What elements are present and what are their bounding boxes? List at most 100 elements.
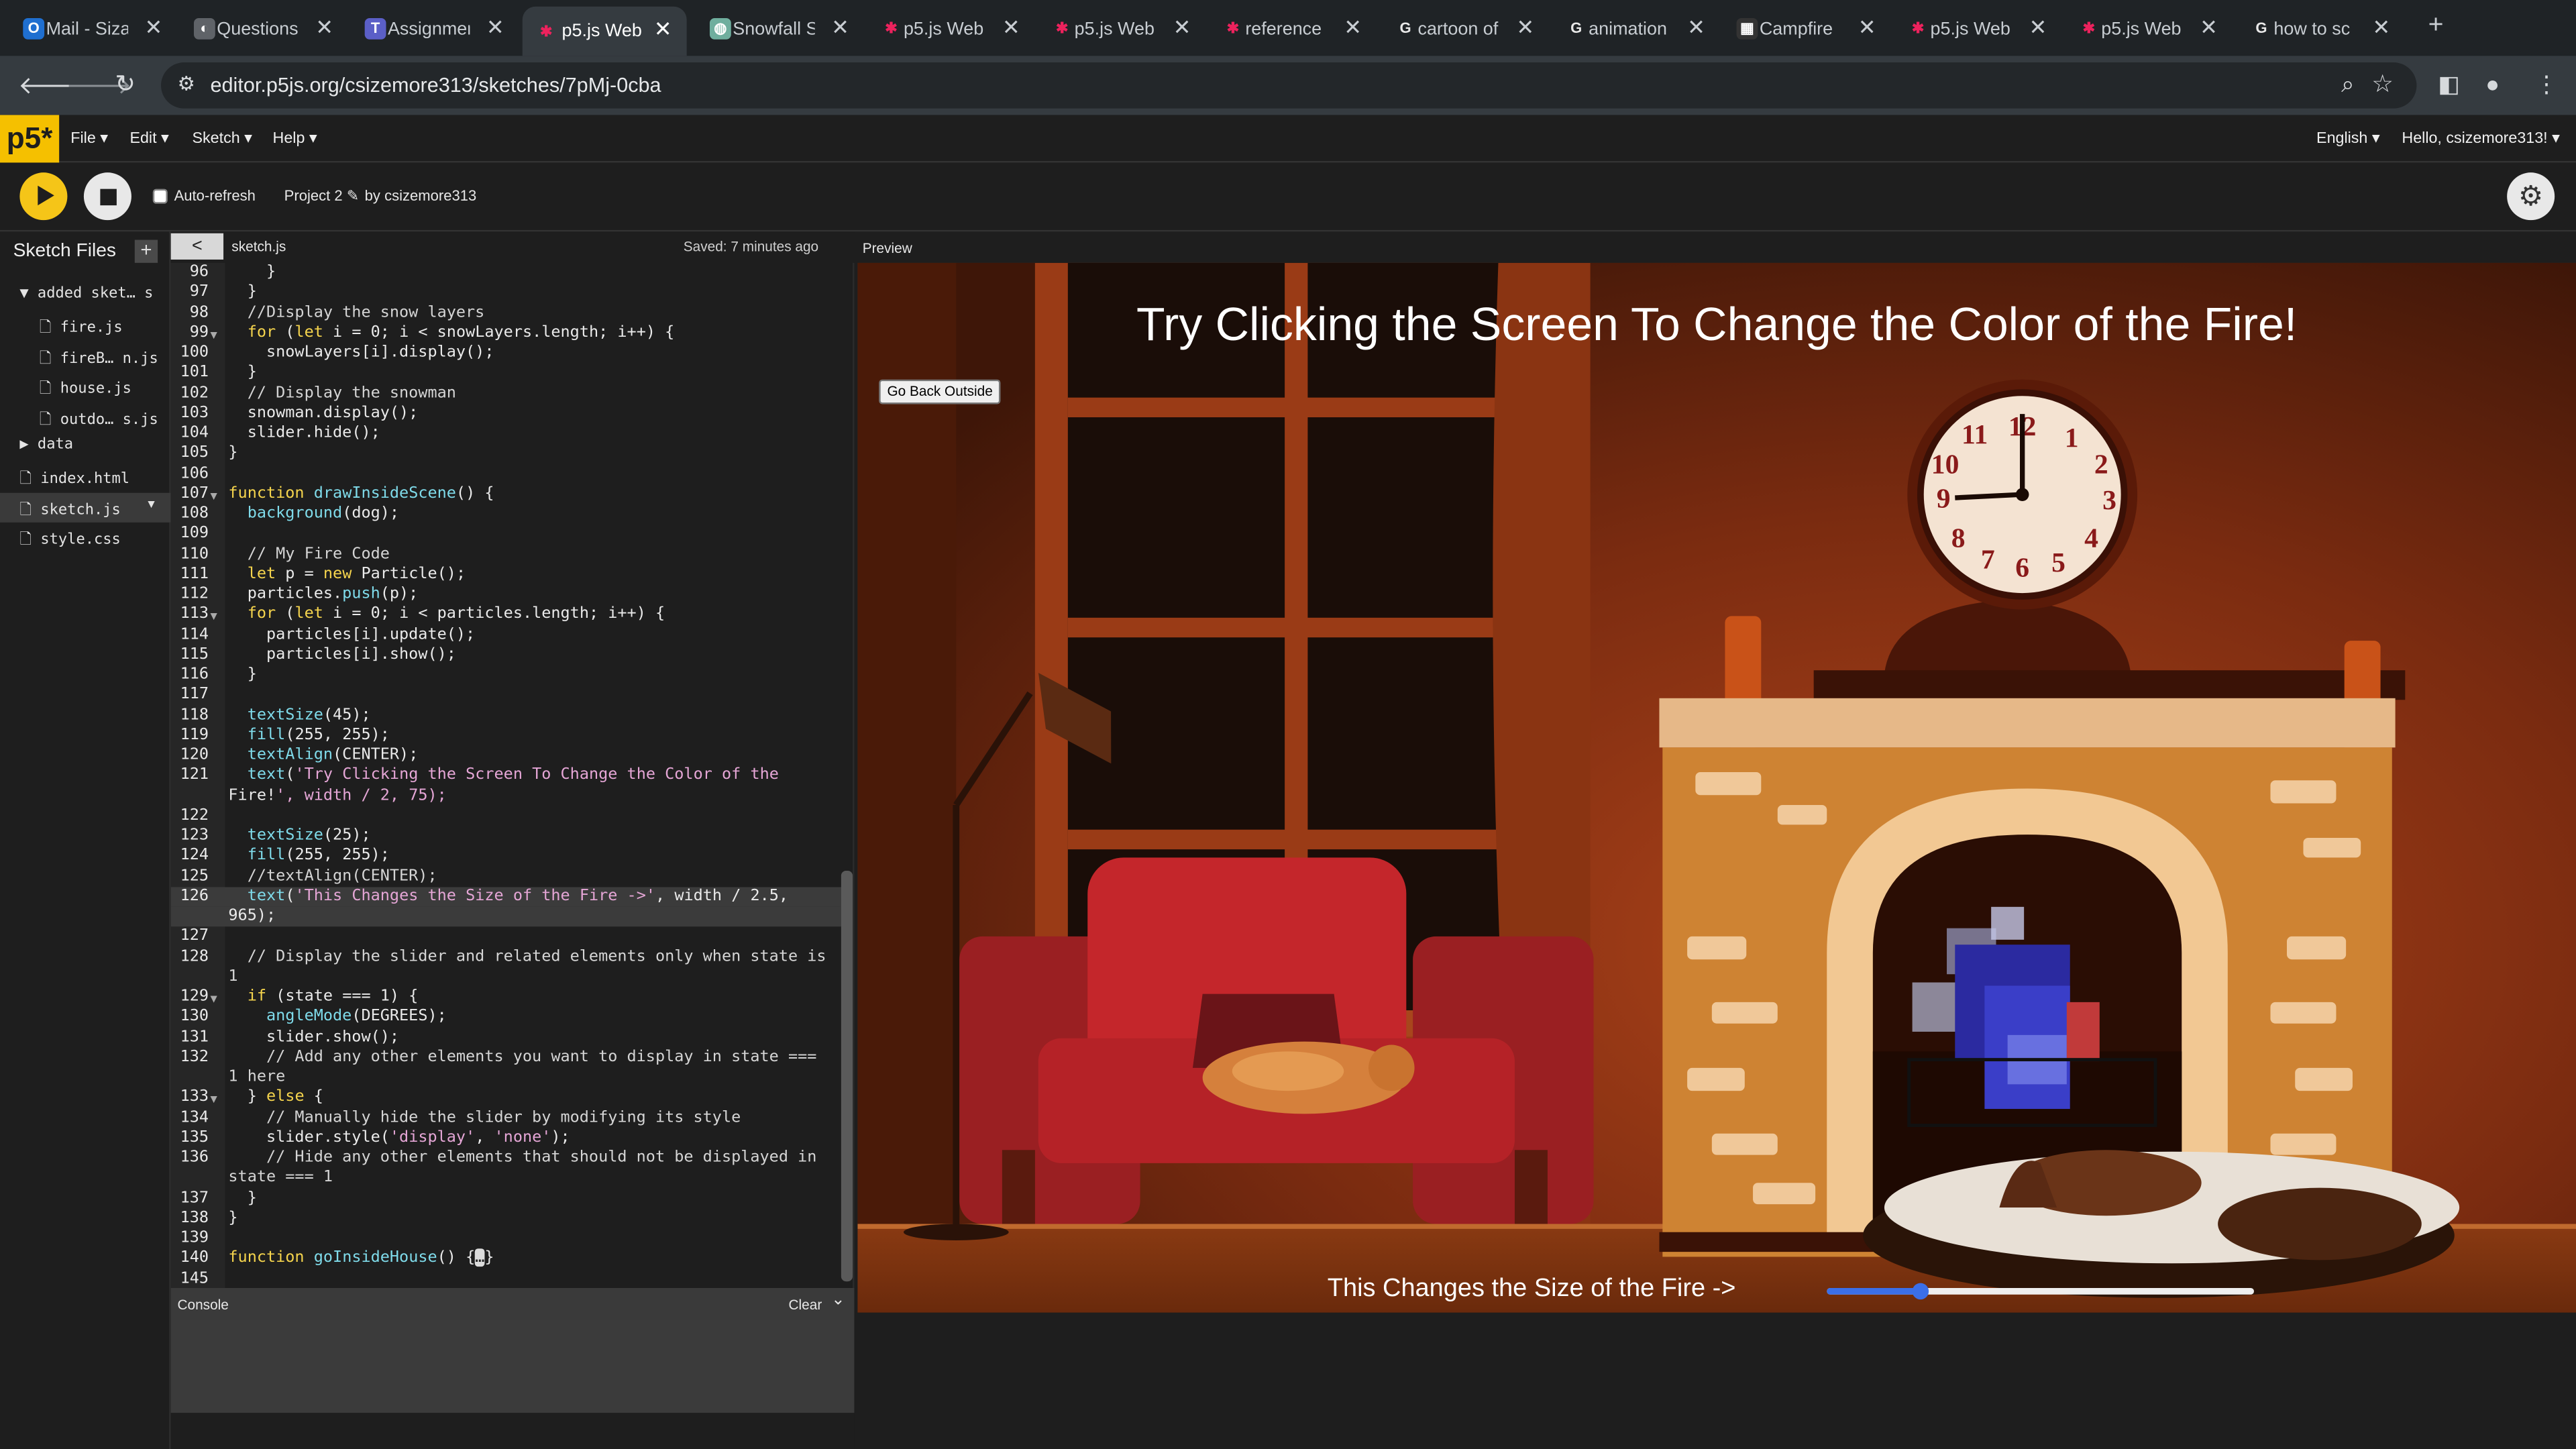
code-line[interactable]: 110 // My Fire Code — [171, 545, 848, 565]
code-line[interactable]: 131 slider.show(); — [171, 1028, 848, 1048]
bookmark-star-icon[interactable]: ☆ — [2371, 69, 2394, 99]
sidebar-file-item[interactable]: 🗋 style.css — [0, 523, 171, 552]
code-line[interactable]: 101 } — [171, 364, 848, 384]
code-line[interactable]: 132 // Add any other elements you want t… — [171, 1048, 848, 1068]
sidebar-file-item[interactable]: 🗋 outdo… s.js — [0, 402, 171, 431]
side-panel-icon[interactable]: ◧ — [2438, 70, 2459, 99]
close-tab-icon[interactable]: ✕ — [145, 15, 163, 41]
sidebar-file-item[interactable]: ▶ data — [0, 432, 171, 462]
code-line[interactable]: 138} — [171, 1209, 848, 1229]
sidebar-file-item[interactable]: 🗋 index.html — [0, 462, 171, 492]
code-line[interactable]: 114 particles[i].update(); — [171, 625, 848, 645]
code-line[interactable]: 123 textSize(25); — [171, 826, 848, 847]
fold-toggle-icon[interactable]: ▼ — [210, 606, 217, 627]
browser-tab[interactable]: Ganimation ✕ — [1562, 8, 1713, 51]
reload-icon[interactable]: ↻ — [115, 69, 136, 99]
code-line[interactable]: state === 1 — [171, 1169, 848, 1189]
fold-toggle-icon[interactable]: ▼ — [210, 1089, 217, 1110]
project-name[interactable]: Project 2 ✎ — [284, 187, 360, 205]
code-line[interactable]: 135 slider.style('display', 'none'); — [171, 1128, 848, 1148]
menu-file[interactable]: File ▾ — [70, 129, 108, 148]
close-tab-icon[interactable]: ✕ — [1516, 15, 1534, 41]
code-line[interactable]: 109 — [171, 525, 848, 545]
browser-tab[interactable]: ◍ Snowfall S ✕ — [706, 8, 857, 51]
code-line[interactable]: 115 particles[i].show(); — [171, 645, 848, 665]
settings-gear-icon[interactable]: ⚙ — [2507, 172, 2555, 221]
code-line[interactable]: 139 — [171, 1229, 848, 1249]
browser-tab[interactable]: ▦ Campfire ✕ — [1733, 8, 1884, 51]
code-line[interactable]: 965); — [170, 906, 848, 927]
user-menu[interactable]: Hello, csizemore313! ▾ — [2402, 129, 2559, 148]
code-line[interactable]: 134 // Manually hide the slider by modif… — [171, 1108, 848, 1128]
code-line[interactable]: 130 angleMode(DEGREES); — [171, 1008, 848, 1028]
code-line[interactable]: 126 text('This Changes the Size of the F… — [170, 886, 848, 907]
code-area[interactable]: 96 } 97 } 98 //Display the snow layers 99 ▼ … — [170, 263, 848, 1288]
code-line[interactable]: 96 } — [171, 263, 848, 283]
url-omnibox[interactable]: ⚙ editor.p5js.org/csizemore313/sketches/… — [161, 62, 2417, 109]
new-tab-icon[interactable]: + — [2428, 11, 2444, 41]
fold-toggle-icon[interactable]: ▼ — [210, 486, 217, 506]
sidebar-file-item[interactable]: ▼ added sket… s — [0, 281, 171, 311]
auto-refresh-checkbox[interactable] — [152, 189, 168, 204]
add-file-button[interactable]: + — [134, 239, 158, 263]
code-line[interactable]: 113 ▼ for (let i = 0; i < particles.lengt… — [171, 605, 848, 625]
code-line[interactable]: 116 } — [171, 665, 848, 686]
console-clear-button[interactable]: Clear — [789, 1296, 822, 1312]
sidebar-file-item[interactable]: 🗋 sketch.js ▼ — [0, 492, 171, 523]
code-line[interactable]: 104 slider.hide(); — [171, 424, 848, 444]
play-button[interactable] — [19, 172, 68, 221]
code-line[interactable]: 108 background(dog); — [171, 504, 848, 525]
site-settings-icon[interactable]: ⚙ — [177, 72, 195, 95]
close-tab-icon[interactable]: ✕ — [315, 15, 333, 41]
code-line[interactable]: 119 fill(255, 255); — [171, 726, 848, 746]
code-line[interactable]: 98 //Display the snow layers — [171, 303, 848, 323]
browser-tab[interactable]: ✱ p5.js Web ✕ — [1048, 8, 1199, 51]
code-line[interactable]: 112 particles.push(p); — [171, 585, 848, 605]
browser-tab[interactable]: TAssignment ✕ — [362, 8, 513, 51]
language-select[interactable]: English ▾ — [2316, 129, 2379, 148]
code-line[interactable]: 1 here — [171, 1068, 848, 1088]
code-line[interactable]: 102 // Display the snowman — [171, 384, 848, 404]
profile-icon[interactable]: ● — [2485, 70, 2500, 97]
zoom-icon[interactable]: ⌕ — [2341, 70, 2354, 99]
browser-tab[interactable]: ✱ reference ✕ — [1219, 8, 1370, 51]
stop-button[interactable] — [83, 172, 131, 221]
sketch-canvas[interactable]: 12 1 2 3 4 5 6 7 8 9 10 11 — [857, 262, 2576, 1313]
code-line[interactable]: 105} — [171, 444, 848, 464]
code-line[interactable]: 136 // Hide any other elements that shou… — [171, 1148, 848, 1169]
browser-tab[interactable]: Ghow to sc ✕ — [2247, 8, 2398, 51]
p5-logo[interactable]: p5* — [0, 115, 60, 163]
code-line[interactable]: 121 text('Try Clicking the Screen To Cha… — [171, 766, 848, 786]
code-line[interactable]: Fire!', width / 2, 75); — [171, 786, 848, 806]
browser-tab[interactable]: ✱ p5.js Web ✕ — [1904, 8, 2055, 51]
code-line[interactable]: 118 textSize(45); — [171, 706, 848, 726]
close-tab-icon[interactable]: ✕ — [1002, 15, 1020, 41]
code-line[interactable]: 127 — [171, 927, 848, 947]
close-tab-icon[interactable]: ✕ — [2029, 15, 2047, 41]
code-line[interactable]: 145 — [171, 1269, 848, 1288]
code-line[interactable]: 117 — [171, 686, 848, 706]
close-tab-icon[interactable]: ✕ — [1858, 15, 1876, 41]
code-line[interactable]: 111 let p = new Particle(); — [171, 565, 848, 585]
code-line[interactable]: 103 snowman.display(); — [171, 404, 848, 424]
code-line[interactable]: 1 — [171, 967, 848, 987]
code-line[interactable]: 128 // Display the slider and related el… — [171, 947, 848, 967]
browser-tab[interactable]: ✱ p5.js Web ✕ — [522, 6, 687, 56]
code-line[interactable]: 122 — [171, 806, 848, 826]
code-line[interactable]: 140 function goInsideHouse() {…} — [171, 1248, 848, 1269]
close-tab-icon[interactable]: ✕ — [2200, 15, 2218, 41]
close-tab-icon[interactable]: ✕ — [654, 16, 672, 42]
chevron-down-icon[interactable]: ⌄ — [831, 1291, 845, 1309]
code-line[interactable]: 124 fill(255, 255); — [171, 847, 848, 867]
project-author[interactable]: by csizemore313 — [365, 187, 477, 203]
close-tab-icon[interactable]: ✕ — [1687, 15, 1705, 41]
code-line[interactable]: 106 — [171, 464, 848, 484]
sidebar-file-item[interactable]: 🗋 fireB… n.js — [0, 341, 171, 371]
browser-tab[interactable]: ◐ Questions ✕ — [191, 8, 341, 51]
collapse-sidebar-button[interactable]: < — [170, 233, 224, 260]
close-tab-icon[interactable]: ✕ — [486, 15, 504, 41]
code-line[interactable]: 137 } — [171, 1189, 848, 1209]
fold-toggle-icon[interactable]: ▼ — [210, 989, 217, 1009]
code-line[interactable]: 99 ▼ for (let i = 0; i < snowLayers.lengt… — [171, 323, 848, 343]
close-tab-icon[interactable]: ✕ — [831, 15, 849, 41]
